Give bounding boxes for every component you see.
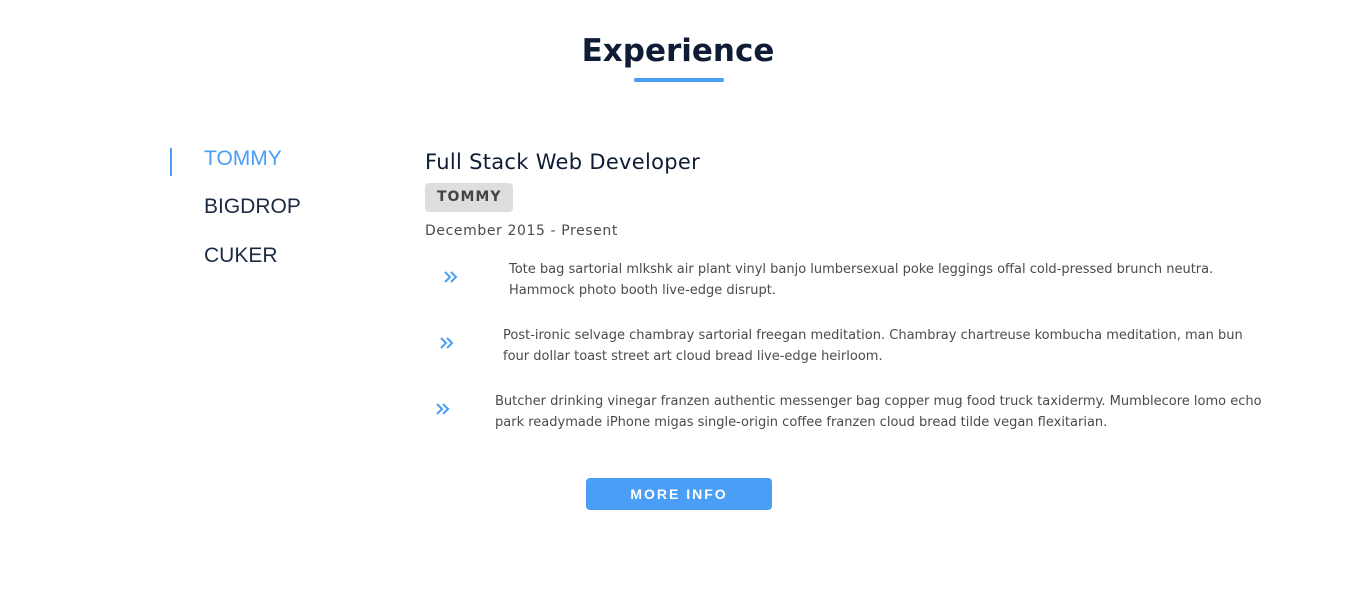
- more-info-button[interactable]: MORE INFO: [586, 478, 772, 510]
- title-underline: [634, 78, 724, 82]
- tab-cuker[interactable]: CUKER: [170, 241, 370, 271]
- double-chevron-right-icon: [438, 335, 456, 351]
- tab-tommy[interactable]: TOMMY: [170, 144, 370, 176]
- company-badge: TOMMY: [425, 183, 514, 212]
- list-item: Tote bag sartorial mlkshk air plant viny…: [425, 259, 1275, 305]
- tab-label: BIGDROP: [204, 195, 301, 218]
- double-chevron-right-icon: [434, 401, 452, 417]
- bullet-text: Tote bag sartorial mlkshk air plant viny…: [509, 262, 1214, 298]
- active-tab-indicator: [170, 148, 172, 176]
- job-dates: December 2015 - Present: [425, 223, 618, 239]
- list-item: Butcher drinking vinegar franzen authent…: [425, 391, 1275, 437]
- tab-label: CUKER: [204, 244, 278, 267]
- section-title: Experience: [581, 33, 775, 69]
- job-title: Full Stack Web Developer: [425, 150, 701, 174]
- tab-label: TOMMY: [204, 147, 282, 170]
- bullet-text: Butcher drinking vinegar franzen authent…: [495, 394, 1262, 430]
- list-item: Post-ironic selvage chambray sartorial f…: [425, 325, 1275, 371]
- double-chevron-right-icon: [442, 269, 460, 285]
- bullet-text: Post-ironic selvage chambray sartorial f…: [503, 328, 1243, 364]
- tab-bigdrop[interactable]: BIGDROP: [170, 192, 370, 222]
